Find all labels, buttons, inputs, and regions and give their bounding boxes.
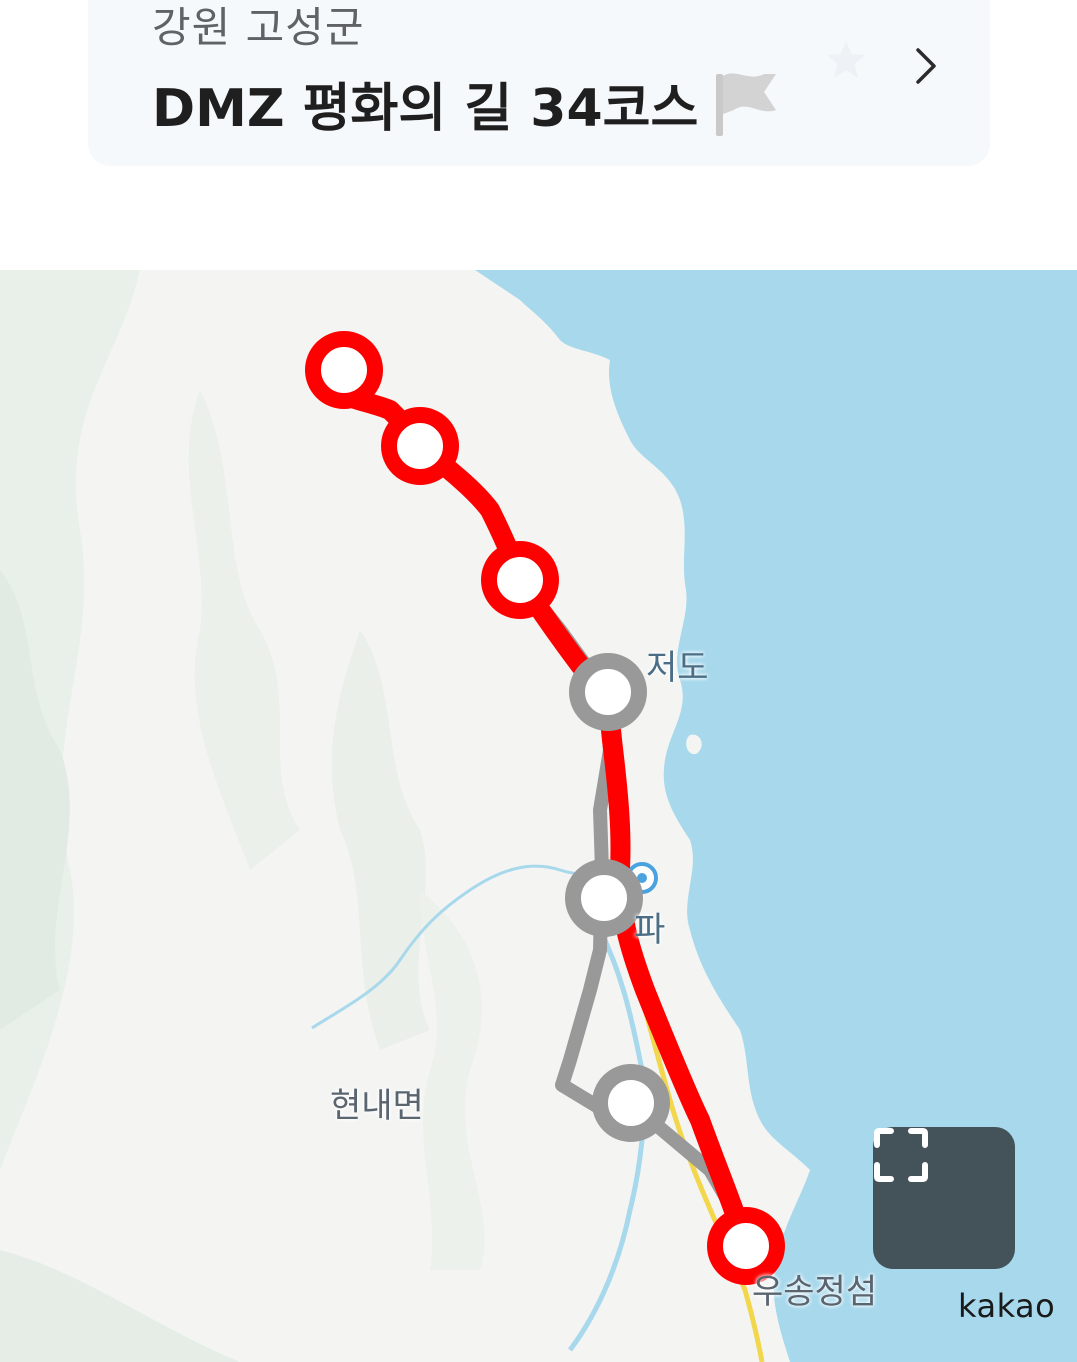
waypoint-red-start[interactable] (305, 331, 383, 409)
place-label-jeodo: 저도 (646, 648, 709, 688)
title-row: DMZ 평화의 길 34코스 (152, 66, 778, 141)
fullscreen-button[interactable] (873, 1127, 1015, 1269)
waypoint-gray-3[interactable] (592, 1064, 670, 1142)
place-label-daejin: 파 (634, 910, 666, 950)
waypoint-gray-2[interactable] (565, 859, 643, 937)
star-icon[interactable] (824, 38, 868, 82)
waypoint-red-3[interactable] (481, 541, 559, 619)
route-map[interactable]: 저도 파 현내면 우송정섬 kakao (0, 270, 1077, 1362)
course-header-card[interactable]: 강원 고성군 DMZ 평화의 길 34코스 (88, 0, 990, 166)
fullscreen-icon (874, 1128, 928, 1182)
chevron-right-icon[interactable] (908, 46, 944, 86)
flag-icon (716, 72, 777, 136)
waypoint-gray-1[interactable] (569, 653, 647, 731)
place-label-songjeong: 우송정섬 (752, 1272, 878, 1312)
place-label-hyeonnae: 현내면 (330, 1086, 424, 1126)
region-label: 강원 고성군 (152, 3, 365, 52)
course-title: DMZ 평화의 길 34코스 (152, 79, 699, 139)
kakao-attribution: kakao (958, 1287, 1056, 1325)
waypoint-red-2[interactable] (381, 407, 459, 485)
